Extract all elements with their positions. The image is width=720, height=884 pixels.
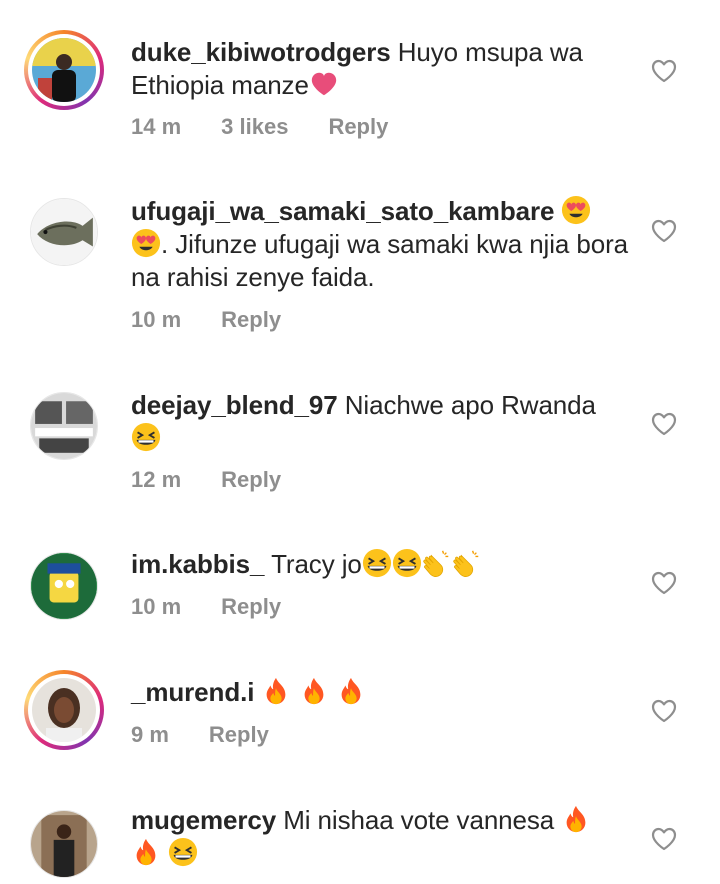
reply-button[interactable]: Reply	[221, 467, 281, 493]
reply-button[interactable]: Reply	[221, 307, 281, 333]
comment-meta: 10 m Reply	[131, 307, 281, 333]
fire-icon	[561, 804, 591, 834]
clapping-hands-icon	[422, 548, 452, 578]
fire-icon	[336, 676, 366, 706]
comment-text: . Jifunze ufugaji wa samaki kwa njia bor…	[131, 229, 629, 292]
avatar[interactable]	[24, 670, 104, 750]
comment-meta: 9 m Reply	[131, 722, 269, 748]
username[interactable]: mugemercy	[131, 805, 276, 835]
reply-button[interactable]: Reply	[221, 594, 281, 620]
timestamp: 9 m	[131, 722, 169, 747]
avatar[interactable]	[24, 30, 104, 110]
username[interactable]: im.kabbis_	[131, 549, 265, 579]
heart-eyes-icon	[131, 228, 161, 258]
username[interactable]: duke_kibiwotrodgers	[131, 37, 391, 67]
like-heart-icon[interactable]	[651, 219, 677, 243]
comment-body: mugemercy Mi nishaa vote vannesa	[131, 804, 631, 870]
comment-body: deejay_blend_97 Niachwe apo Rwanda	[131, 389, 631, 455]
comment-body: duke_kibiwotrodgers Huyo msupa wa Ethiop…	[131, 36, 631, 102]
clapping-hands-icon	[452, 548, 482, 578]
grinning-squint-icon	[392, 548, 422, 578]
comment-meta: 10 m Reply	[131, 594, 281, 620]
comment-text: Tracy jo	[271, 549, 362, 579]
like-heart-icon[interactable]	[651, 827, 677, 851]
pink-heart-icon	[309, 69, 339, 99]
fire-icon	[299, 676, 329, 706]
comment-text: Mi nishaa vote vannesa	[283, 805, 555, 835]
fire-icon	[261, 676, 291, 706]
comment-body: ufugaji_wa_samaki_sato_kambare . Jifunze…	[131, 195, 631, 294]
like-heart-icon[interactable]	[651, 571, 677, 595]
reply-button[interactable]: Reply	[209, 722, 269, 748]
avatar[interactable]	[24, 804, 104, 884]
username[interactable]: ufugaji_wa_samaki_sato_kambare	[131, 196, 554, 226]
like-heart-icon[interactable]	[651, 412, 677, 436]
comment-body: im.kabbis_ Tracy jo	[131, 548, 631, 581]
likes-count[interactable]: 3 likes	[221, 114, 288, 140]
grinning-squint-icon	[131, 422, 161, 452]
timestamp: 10 m	[131, 307, 182, 332]
heart-eyes-icon	[561, 195, 591, 225]
timestamp: 12 m	[131, 467, 182, 492]
reply-button[interactable]: Reply	[328, 114, 388, 140]
username[interactable]: _murend.i	[131, 677, 254, 707]
comment-meta: 14 m 3 likes Reply	[131, 114, 388, 140]
avatar[interactable]	[24, 386, 104, 466]
avatar[interactable]	[24, 192, 104, 272]
like-heart-icon[interactable]	[651, 699, 677, 723]
username[interactable]: deejay_blend_97	[131, 390, 338, 420]
like-heart-icon[interactable]	[651, 59, 677, 83]
grinning-squint-icon	[168, 837, 198, 867]
timestamp: 14 m	[131, 114, 182, 139]
comment-meta: 12 m Reply	[131, 467, 281, 493]
avatar[interactable]	[24, 546, 104, 626]
timestamp: 10 m	[131, 594, 182, 619]
comment-body: _murend.i	[131, 676, 631, 709]
grinning-squint-icon	[362, 548, 392, 578]
comment-text: Niachwe apo Rwanda	[344, 390, 596, 420]
fire-icon	[131, 837, 161, 867]
